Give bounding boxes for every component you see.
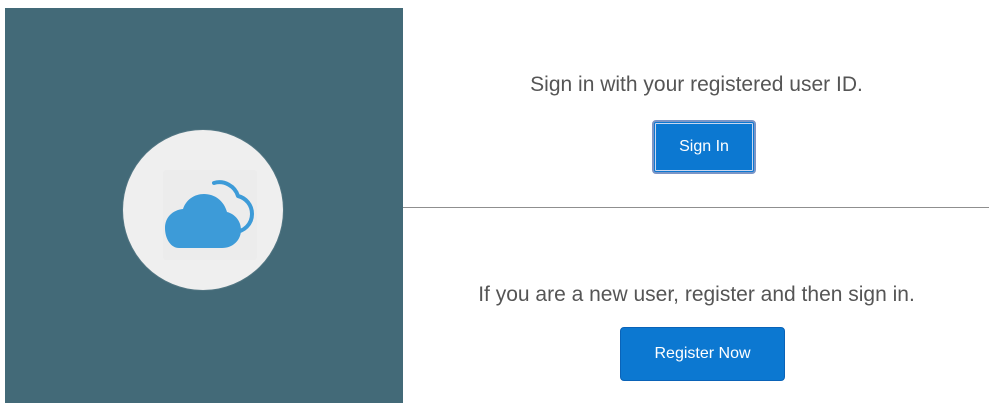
sign-in-button[interactable]: Sign In	[652, 120, 756, 174]
signin-message: Sign in with your registered user ID.	[530, 73, 863, 96]
brand-panel	[5, 8, 403, 403]
sign-in-page: Sign in with your registered user ID. Si…	[0, 0, 990, 403]
signin-section: Sign in with your registered user ID. Si…	[403, 0, 990, 207]
register-message: If you are a new user, register and then…	[478, 283, 915, 306]
logo-badge	[123, 130, 283, 290]
cloud-icon	[165, 180, 254, 248]
register-now-button[interactable]: Register Now	[620, 327, 785, 381]
sign-in-options: Sign in with your registered user ID. Si…	[403, 0, 990, 403]
register-section: If you are a new user, register and then…	[403, 208, 990, 403]
